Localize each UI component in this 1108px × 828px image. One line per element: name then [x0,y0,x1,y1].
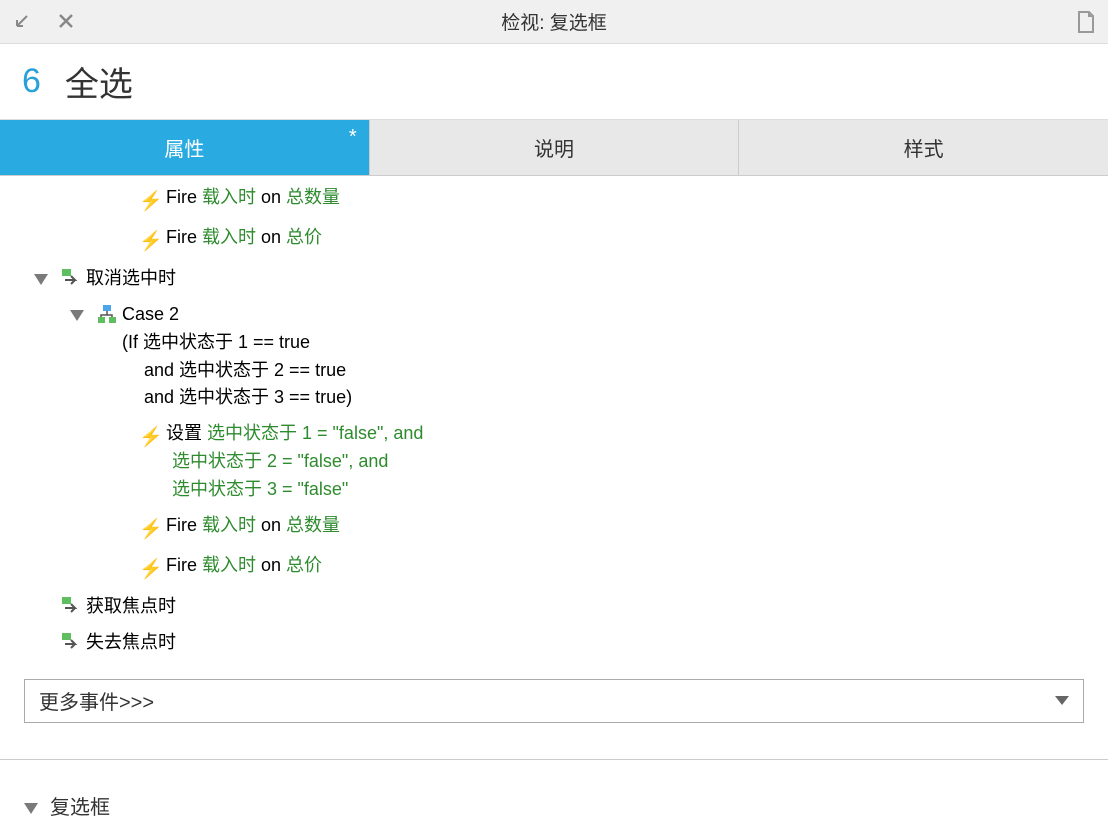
chevron-down-icon [1055,696,1069,705]
tabs: 属性 * 说明 样式 [0,120,1108,176]
event-label: 取消选中时 [86,268,176,288]
case-icon [92,301,122,324]
tab-label: 样式 [904,133,944,162]
event-icon [56,593,86,616]
event-icon [56,629,86,652]
event-row[interactable]: 取消选中时 [0,261,1108,297]
dirty-indicator: * [349,126,357,149]
close-icon[interactable] [58,13,74,31]
tab-label: 说明 [534,133,574,162]
widget-name[interactable]: 全选 [65,57,133,106]
section-divider [0,759,1108,787]
lightning-icon: ⚡ [139,515,163,544]
lightning-icon: ⚡ [139,423,163,452]
event-row[interactable]: 获取焦点时 [0,589,1108,625]
interactions-panel: ⚡ Fire 载入时 on 总数量 ⚡ Fire 载入时 on 总价 取消选中时… [0,176,1108,828]
event-label: 失去焦点时 [86,632,176,652]
tab-style[interactable]: 样式 [739,120,1108,175]
action-row[interactable]: ⚡ Fire 载入时 on 总数量 [0,508,1108,548]
lightning-icon: ⚡ [139,555,163,584]
section-label: 复选框 [50,791,110,820]
lightning-icon: ⚡ [139,227,163,256]
collapse-icon[interactable] [12,13,30,31]
titlebar: 检视: 复选框 [0,0,1108,44]
expand-toggle-icon[interactable] [34,274,48,285]
more-events-dropdown[interactable]: 更多事件>>> [24,679,1084,723]
tab-label: 属性 [164,133,204,162]
widget-number: 6 [22,62,41,101]
collapsible-section[interactable]: 复选框 [0,787,1108,826]
window-title: 检视: 复选框 [501,8,607,35]
event-icon [56,265,86,288]
header-row: 6 全选 [0,44,1108,120]
expand-toggle-icon[interactable] [70,310,84,321]
event-label: 获取焦点时 [86,596,176,616]
action-row[interactable]: ⚡ Fire 载入时 on 总价 [0,220,1108,260]
action-row[interactable]: ⚡ Fire 载入时 on 总数量 [0,180,1108,220]
tab-notes[interactable]: 说明 [370,120,740,175]
lightning-icon: ⚡ [139,187,163,216]
action-row[interactable]: ⚡ Fire 载入时 on 总价 [0,548,1108,588]
expand-toggle-icon[interactable] [24,803,38,814]
event-row[interactable]: 失去焦点时 [0,625,1108,661]
tab-properties[interactable]: 属性 * [0,120,370,175]
case-row[interactable]: Case 2 (If 选中状态于 1 == true and 选中状态于 2 =… [0,297,1108,417]
more-events-label: 更多事件>>> [39,686,154,715]
action-row[interactable]: ⚡ 设置 选中状态于 1 = "false", and 选中状态于 2 = "f… [0,416,1108,508]
case-label: Case 2 [122,301,1088,329]
page-icon[interactable] [1076,11,1096,33]
